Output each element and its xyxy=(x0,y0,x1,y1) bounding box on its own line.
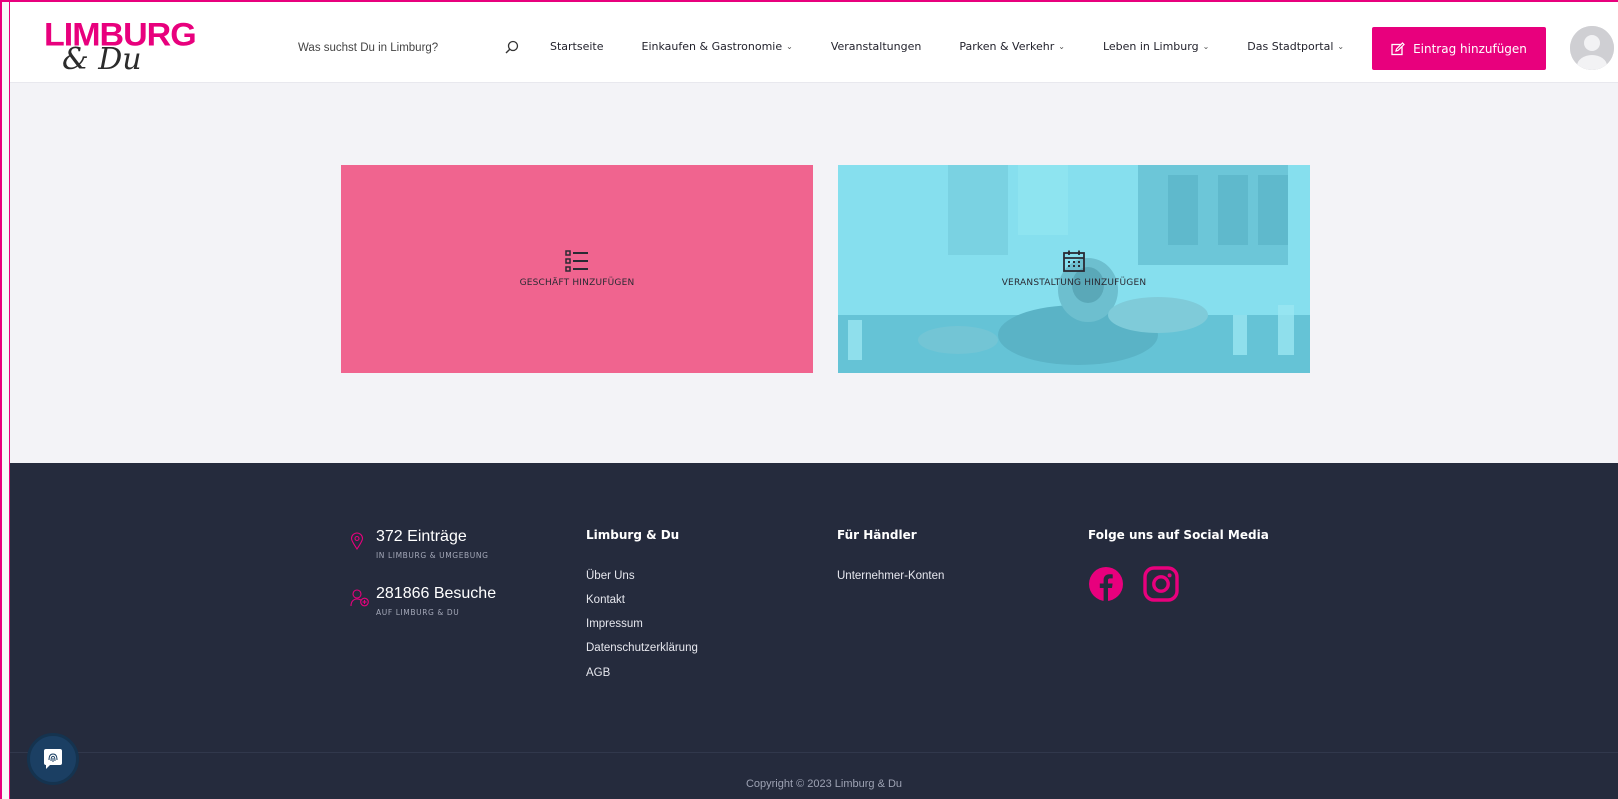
footer-title-haendler: Für Händler xyxy=(837,528,917,542)
nav-label: Parken & Verkehr xyxy=(959,40,1055,53)
main-navigation: Startseite Einkaufen & Gastronomie ⌄ Ver… xyxy=(550,40,1344,53)
add-shop-card[interactable]: GESCHÄFT HINZUFÜGEN xyxy=(341,165,813,373)
footer-link-agb[interactable]: AGB xyxy=(586,667,610,679)
copyright-text: Copyright © 2023 Limburg & Du xyxy=(745,778,903,790)
edit-icon xyxy=(1391,41,1405,55)
nav-item-parken-verkehr[interactable]: Parken & Verkehr ⌄ xyxy=(959,40,1065,53)
add-entry-button[interactable]: Eintrag hinzufügen xyxy=(1372,27,1546,70)
instagram-icon[interactable] xyxy=(1143,566,1179,607)
add-entry-label: Eintrag hinzufügen xyxy=(1413,41,1527,56)
logo-line-2: & Du xyxy=(62,42,142,77)
add-event-label: VERANSTALTUNG HINZUFÜGEN xyxy=(1001,278,1147,288)
footer-link-impressum[interactable]: Impressum xyxy=(586,618,643,630)
nav-item-veranstaltungen[interactable]: Veranstaltungen xyxy=(831,40,922,53)
visits-caption: AUF LIMBURG & DU xyxy=(376,608,460,617)
list-icon xyxy=(565,250,588,272)
chevron-down-icon: ⌄ xyxy=(786,42,793,51)
footer-link-datenschutz[interactable]: Datenschutzerklärung xyxy=(586,642,698,654)
user-visits-icon xyxy=(350,589,369,607)
map-pin-icon xyxy=(350,532,364,550)
nav-label: Einkaufen & Gastronomie xyxy=(641,40,783,53)
chat-widget-button[interactable] xyxy=(27,733,79,785)
calendar-icon xyxy=(1063,250,1085,272)
add-shop-label: GESCHÄFT HINZUFÜGEN xyxy=(519,278,635,288)
fingerprint-chat-icon xyxy=(44,749,62,769)
footer-divider xyxy=(10,752,1618,753)
footer-title-limburg: Limburg & Du xyxy=(586,528,680,542)
visits-count: 281866 Besuche xyxy=(376,585,497,602)
nav-item-das-stadtportal[interactable]: Das Stadtportal ⌄ xyxy=(1247,40,1344,53)
nav-item-leben-in-limburg[interactable]: Leben in Limburg ⌄ xyxy=(1103,40,1209,53)
facebook-icon[interactable] xyxy=(1088,566,1124,607)
nav-label: Startseite xyxy=(550,40,604,53)
site-logo[interactable]: LIMBURG & Du xyxy=(44,16,197,78)
chevron-down-icon: ⌄ xyxy=(1058,42,1065,51)
nav-label: Leben in Limburg xyxy=(1102,40,1199,53)
footer-title-social: Folge uns auf Social Media xyxy=(1088,528,1269,542)
add-event-card[interactable]: VERANSTALTUNG HINZUFÜGEN xyxy=(838,165,1310,373)
nav-item-startseite[interactable]: Startseite xyxy=(550,40,604,53)
site-header: LIMBURG & Du Startseite Einkaufen & Gast… xyxy=(10,2,1618,83)
footer-link-unternehmer-konten[interactable]: Unternehmer-Konten xyxy=(837,570,944,582)
nav-label: Veranstaltungen xyxy=(830,40,922,53)
chevron-down-icon: ⌄ xyxy=(1337,42,1345,51)
nav-item-einkaufen-gastronomie[interactable]: Einkaufen & Gastronomie ⌄ xyxy=(642,40,793,53)
footer-link-kontakt[interactable]: Kontakt xyxy=(586,594,625,606)
user-avatar-icon[interactable] xyxy=(1570,26,1614,70)
search-icon[interactable] xyxy=(505,40,519,54)
site-footer: 372 Einträge IN LIMBURG & UMGEBUNG 28186… xyxy=(10,463,1618,799)
search-input[interactable] xyxy=(298,38,498,58)
chevron-down-icon: ⌄ xyxy=(1202,42,1210,51)
entries-count: 372 Einträge xyxy=(376,528,467,545)
nav-label: Das Stadtportal xyxy=(1247,40,1334,53)
entries-caption: IN LIMBURG & UMGEBUNG xyxy=(376,551,489,560)
footer-link-ueber-uns[interactable]: Über Uns xyxy=(586,570,635,582)
